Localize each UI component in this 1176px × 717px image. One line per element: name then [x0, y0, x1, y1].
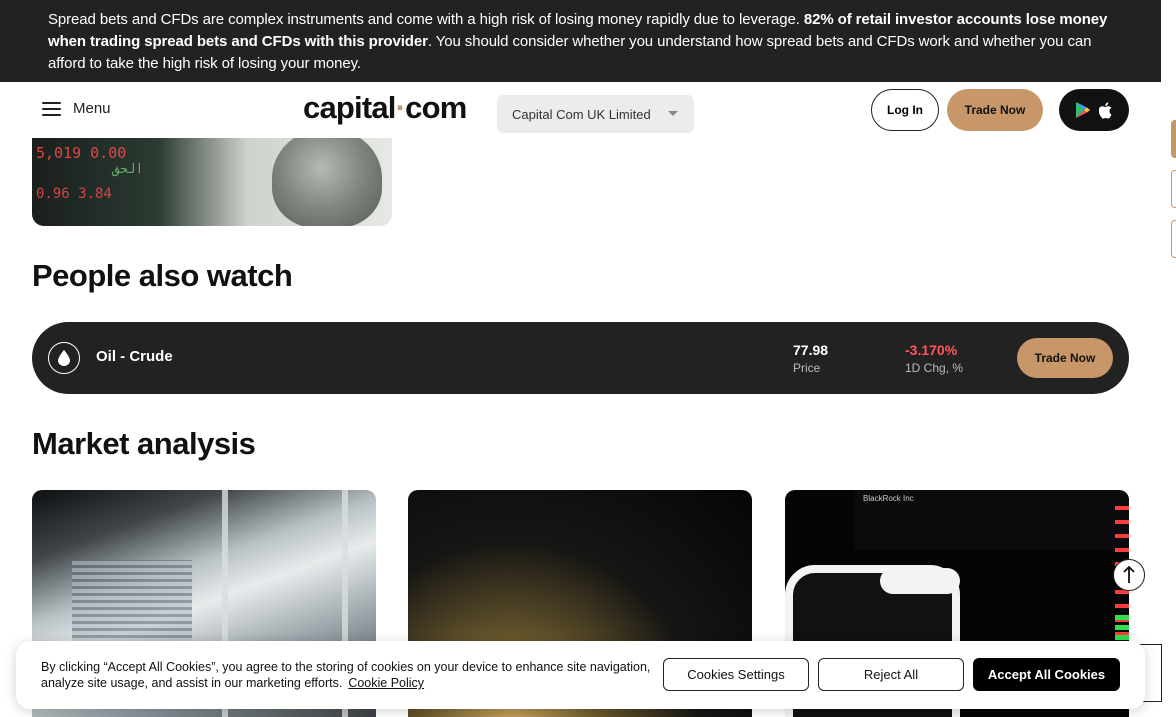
- card-screen-text: BlackRock Inc: [863, 494, 914, 503]
- side-tab-2[interactable]: [1171, 170, 1176, 208]
- side-tab-1[interactable]: [1171, 120, 1176, 158]
- market-analysis-title: Market analysis: [32, 426, 256, 461]
- instrument-change-block: -3.170% 1D Chg, %: [905, 342, 963, 375]
- risk-warning-text: Spread bets and CFDs are complex instrum…: [48, 11, 804, 28]
- hamburger-icon: [42, 101, 61, 116]
- reject-all-button[interactable]: Reject All: [818, 658, 964, 691]
- watch-item-oil-crude[interactable]: Oil - Crude 77.98 Price -3.170% 1D Chg, …: [32, 322, 1129, 394]
- watch-trade-now-button[interactable]: Trade Now: [1017, 338, 1113, 378]
- google-play-icon: [1076, 102, 1090, 118]
- cookies-settings-button[interactable]: Cookies Settings: [663, 658, 809, 691]
- instrument-name: Oil - Crude: [96, 348, 173, 365]
- trade-now-button[interactable]: Trade Now: [947, 89, 1043, 131]
- apple-icon: [1099, 101, 1112, 119]
- side-tab-3[interactable]: [1171, 220, 1176, 258]
- accept-all-cookies-button[interactable]: Accept All Cookies: [973, 658, 1120, 691]
- banknote-portrait: [272, 138, 382, 226]
- oil-drop-icon: [48, 342, 80, 374]
- arrow-up-icon: [1123, 566, 1135, 583]
- cookie-text: By clicking “Accept All Cookies”, you ag…: [41, 659, 651, 691]
- people-also-watch-title: People also watch: [32, 258, 293, 293]
- risk-warning-banner: Spread bets and CFDs are complex instrum…: [0, 0, 1161, 82]
- ticker-text-1: 5,019 0.00: [36, 144, 127, 162]
- cookie-message: By clicking “Accept All Cookies”, you ag…: [41, 660, 651, 690]
- site-header: Menu capital·com Capital Com UK Limited …: [0, 82, 1161, 138]
- phone-notch: [880, 568, 960, 594]
- ticker-text-2: 0.96 3.84: [36, 186, 112, 202]
- login-button[interactable]: Log In: [871, 89, 939, 131]
- instrument-change-label: 1D Chg, %: [905, 361, 964, 375]
- instrument-change: -3.170%: [905, 342, 958, 358]
- instrument-price-label: Price: [793, 361, 821, 375]
- instrument-price-block: 77.98 Price: [793, 342, 828, 375]
- menu-label: Menu: [73, 100, 111, 117]
- scroll-to-top-button[interactable]: [1113, 559, 1145, 591]
- cookie-policy-link[interactable]: Cookie Policy: [348, 676, 424, 690]
- entity-selector[interactable]: Capital Com UK Limited: [497, 95, 694, 133]
- menu-button[interactable]: Menu: [42, 100, 111, 117]
- capital-com-logo[interactable]: capital·com: [303, 90, 467, 126]
- cookie-consent-banner: By clicking “Accept All Cookies”, you ag…: [16, 641, 1145, 709]
- entity-selector-value: Capital Com UK Limited: [512, 106, 651, 122]
- instrument-price: 77.98: [793, 342, 829, 358]
- caret-down-icon: [668, 111, 678, 116]
- article-hero-image: 5,019 0.00 الحق 0.96 3.84: [32, 138, 392, 226]
- ticker-text-3: الحق: [112, 162, 144, 177]
- app-download-button[interactable]: [1059, 89, 1129, 131]
